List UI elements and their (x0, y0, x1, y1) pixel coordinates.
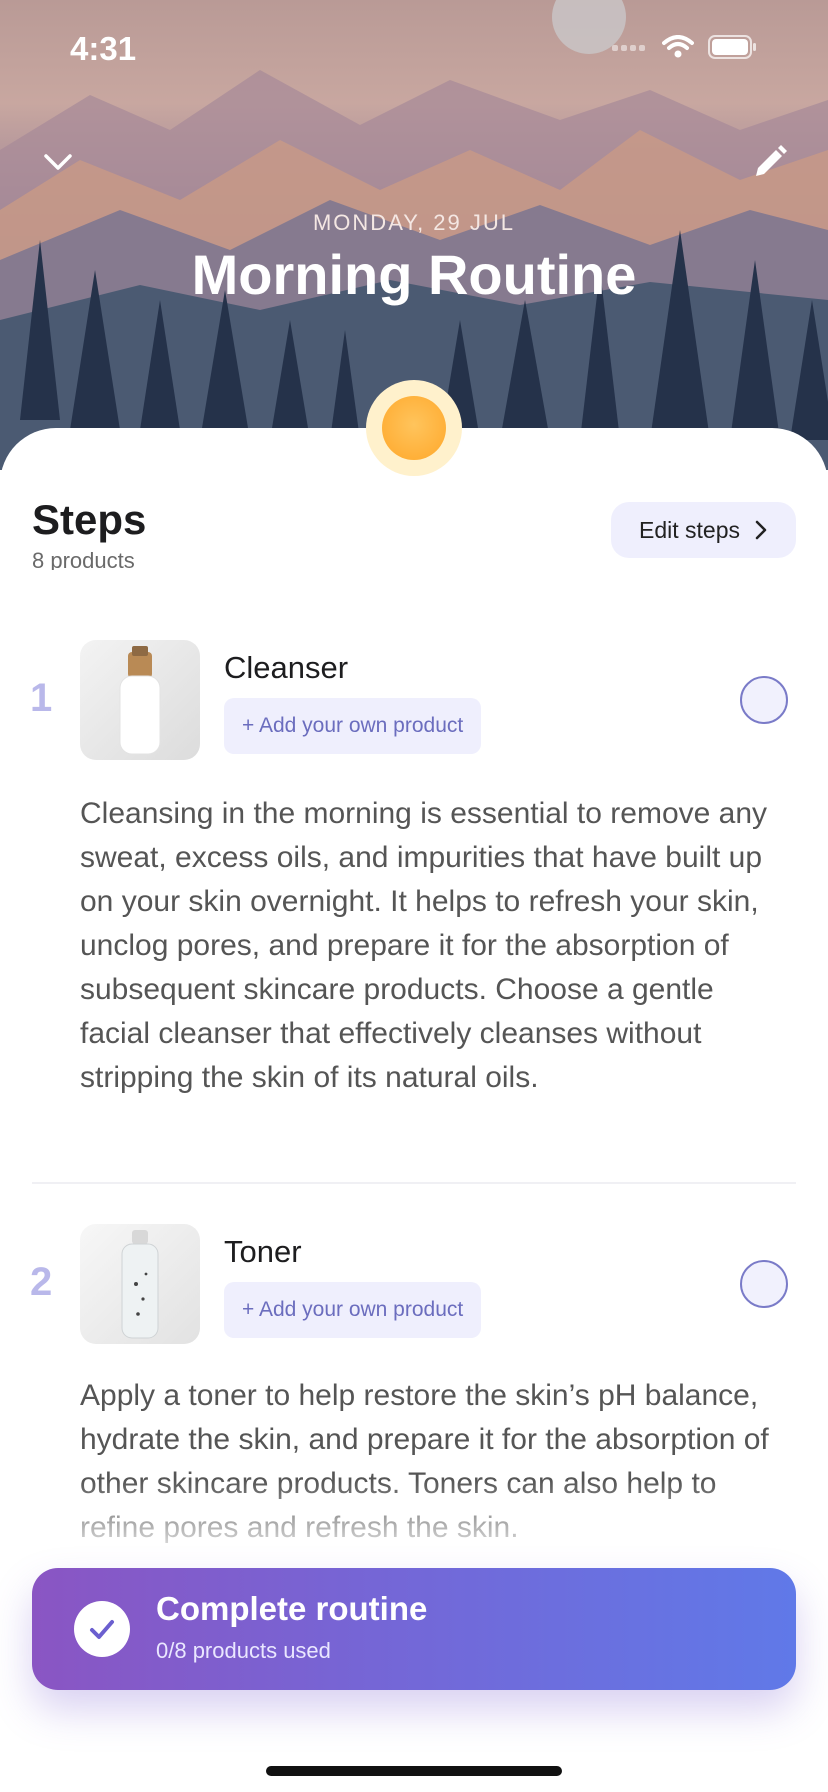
cta-subtitle: 0/8 products used (156, 1638, 331, 1663)
product-name: Toner (224, 1234, 302, 1269)
edit-steps-button[interactable]: Edit steps (611, 502, 796, 558)
bottle-image (119, 646, 161, 755)
status-bar: 4:31 (0, 0, 828, 100)
sun-core (382, 396, 446, 460)
complete-routine-button[interactable]: Complete routine 0/8 products used (32, 1568, 796, 1690)
product-name: Cleanser (224, 650, 349, 685)
add-own-product-button[interactable]: + Add your own product (224, 1282, 482, 1338)
status-time: 4:31 (70, 30, 137, 67)
routine-title: Morning Routine (191, 243, 637, 306)
steps-heading: Steps (32, 496, 147, 543)
battery-icon (708, 35, 756, 59)
chevron-right-icon (755, 520, 767, 540)
pencil-icon (756, 145, 787, 176)
edit-steps-label: Edit steps (639, 516, 740, 543)
cleanser-product-image[interactable] (80, 640, 200, 760)
chevron-down-icon (44, 154, 72, 170)
wifi-icon (662, 35, 694, 58)
step-number: 2 (30, 1260, 53, 1304)
toner-product-image[interactable] (80, 1224, 200, 1344)
add-own-product-button[interactable]: + Add your own product (224, 698, 482, 754)
collapse-button[interactable] (36, 140, 80, 184)
checkmark-icon (90, 1620, 114, 1639)
signal-icon (612, 45, 645, 51)
steps-count: 8 products (32, 548, 135, 570)
routine-date: MONDAY, 29 JUL (312, 210, 516, 235)
status-icons (612, 34, 758, 60)
sun-icon (366, 380, 462, 476)
step-divider (32, 1182, 796, 1184)
cta-check-circle (74, 1601, 130, 1657)
bottle-image (121, 1230, 159, 1339)
cta-title: Complete routine (156, 1590, 428, 1627)
edit-routine-button[interactable] (748, 140, 792, 184)
step-complete-checkbox[interactable] (740, 1260, 788, 1308)
step-description: Cleansing in the morning is essential to… (80, 797, 768, 1094)
home-indicator[interactable] (266, 1766, 562, 1776)
step-complete-checkbox[interactable] (740, 676, 788, 724)
step-number: 1 (30, 676, 53, 720)
